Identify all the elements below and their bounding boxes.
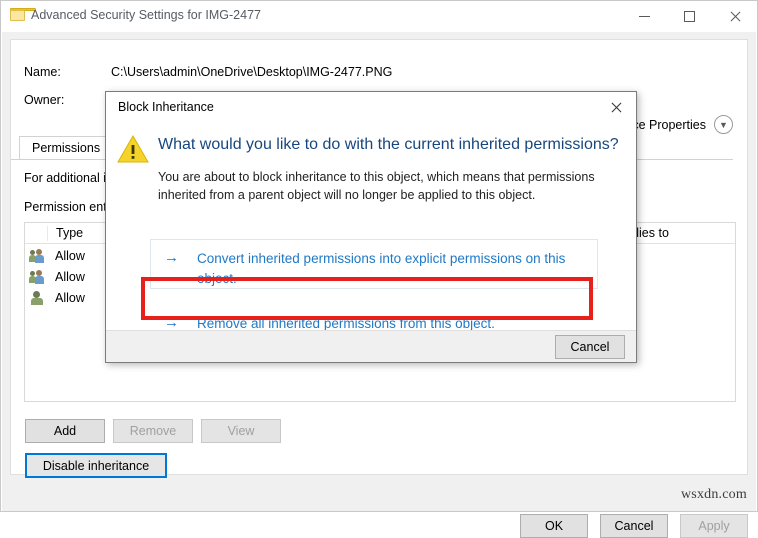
dialog-heading: What would you like to do with the curre…	[158, 136, 619, 153]
ok-button[interactable]: OK	[520, 514, 588, 538]
cell-type: Allow	[55, 291, 85, 305]
user-icon	[29, 291, 45, 305]
cancel-button[interactable]: Cancel	[600, 514, 668, 538]
folder-icon	[10, 8, 36, 21]
group-icon	[29, 270, 45, 284]
warning-triangle-icon	[117, 135, 149, 163]
view-button[interactable]: View	[201, 419, 281, 443]
add-button[interactable]: Add	[25, 419, 105, 443]
group-icon	[29, 249, 45, 263]
cell-type: Allow	[55, 249, 85, 263]
dialog-footer: Cancel	[106, 330, 636, 362]
dialog-title-bar: Block Inheritance	[106, 92, 636, 124]
dialog-body: What would you like to do with the curre…	[106, 124, 636, 342]
dialog-close-button[interactable]	[602, 96, 630, 120]
apply-button[interactable]: Apply	[680, 514, 748, 538]
close-button[interactable]	[712, 1, 757, 32]
dialog-cancel-button[interactable]: Cancel	[555, 335, 625, 359]
name-value: C:\Users\admin\OneDrive\Desktop\IMG-2477…	[111, 65, 393, 79]
window-title: Advanced Security Settings for IMG-2477	[31, 8, 261, 22]
watermark: wsxdn.com	[681, 487, 747, 502]
block-inheritance-dialog: Block Inheritance What would you like to…	[105, 91, 637, 363]
maximize-button[interactable]	[667, 1, 712, 32]
maximize-icon	[684, 11, 695, 22]
minimize-icon	[639, 16, 650, 17]
remove-button[interactable]: Remove	[113, 419, 193, 443]
arrow-right-icon: →	[164, 249, 179, 266]
name-label: Name:	[24, 65, 61, 79]
dialog-title: Block Inheritance	[118, 100, 214, 114]
disable-inheritance-button[interactable]: Disable inheritance	[25, 453, 167, 478]
tab-permissions[interactable]: Permissions	[19, 136, 114, 160]
close-icon	[610, 102, 622, 114]
chevron-down-icon[interactable]: ▼	[714, 115, 733, 134]
minimize-button[interactable]	[622, 1, 667, 32]
close-icon	[729, 11, 741, 23]
owner-label: Owner:	[24, 93, 65, 107]
column-header-type[interactable]: Type	[47, 226, 83, 241]
dialog-description: You are about to block inheritance to th…	[158, 170, 595, 203]
convert-inherited-permissions-option[interactable]: → Convert inherited permissions into exp…	[150, 239, 598, 289]
cell-type: Allow	[55, 270, 85, 284]
arrow-right-icon: →	[164, 314, 179, 331]
convert-option-label: Convert inherited permissions into expli…	[197, 251, 566, 286]
title-bar: Advanced Security Settings for IMG-2477	[1, 1, 757, 32]
